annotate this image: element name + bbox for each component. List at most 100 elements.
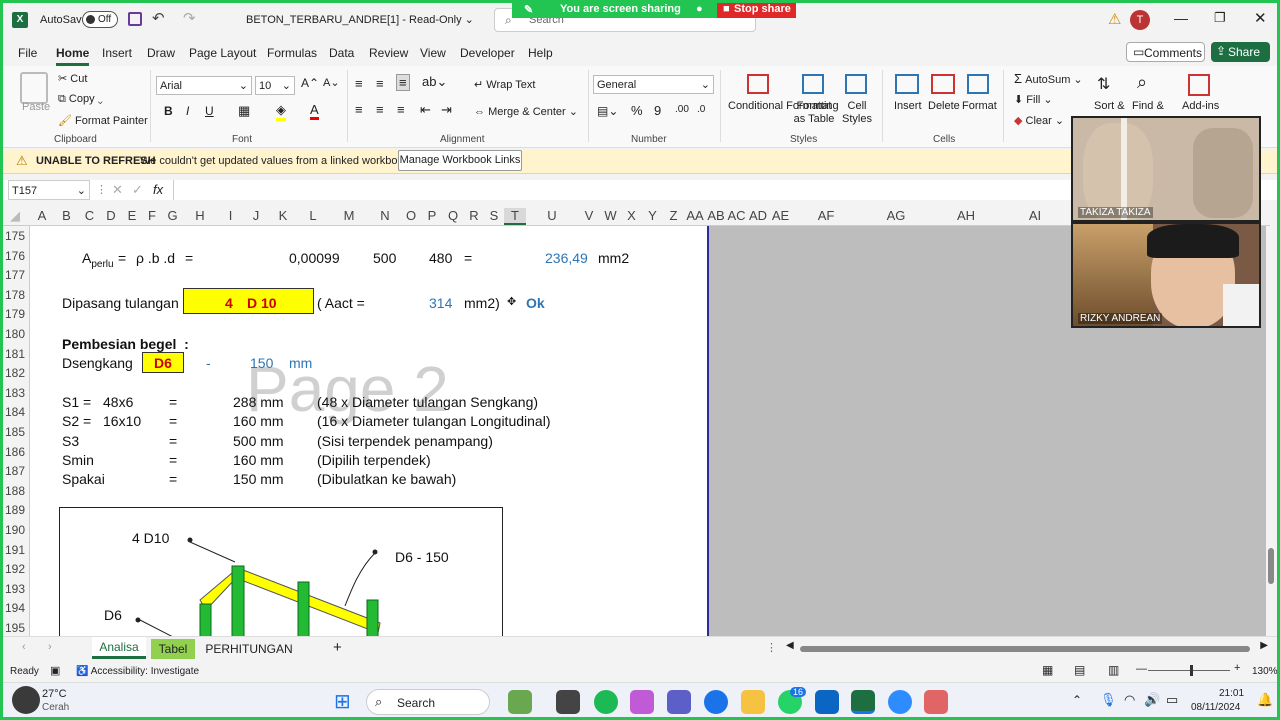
- autosum-button[interactable]: Σ AutoSum ⌄: [1014, 71, 1083, 86]
- borders-icon[interactable]: ▦: [238, 103, 250, 119]
- column-header[interactable]: V: [578, 208, 600, 223]
- prev-sheet-icon[interactable]: ‹: [22, 641, 26, 653]
- chevron-up-icon[interactable]: ⌃: [1072, 693, 1082, 707]
- column-header[interactable]: B: [54, 208, 79, 223]
- column-header[interactable]: AG: [860, 208, 932, 223]
- participant-video-1[interactable]: TAKIZA TAKIZA: [1071, 116, 1261, 222]
- column-header[interactable]: R: [464, 208, 484, 223]
- bold-button[interactable]: B: [164, 104, 173, 118]
- row-header[interactable]: 188: [0, 484, 30, 498]
- menu-home[interactable]: Home: [56, 46, 90, 66]
- teams-icon[interactable]: [667, 690, 691, 714]
- insert-cells-button[interactable]: Insert: [894, 100, 922, 112]
- underline-button[interactable]: U: [205, 104, 214, 118]
- align-bottom-icon[interactable]: ≡: [396, 74, 410, 91]
- column-header[interactable]: AH: [932, 208, 1000, 223]
- shrink-font-icon[interactable]: A⌄: [323, 76, 340, 89]
- column-header[interactable]: P: [422, 208, 442, 223]
- row-header[interactable]: 185: [0, 425, 30, 439]
- menu-help[interactable]: Help: [528, 46, 553, 60]
- comma-icon[interactable]: 9: [654, 103, 661, 118]
- cell-styles-button[interactable]: Cell Styles: [840, 100, 874, 126]
- column-header[interactable]: AF: [792, 208, 860, 223]
- cut-button[interactable]: ✂ Cut: [58, 72, 87, 85]
- add-sheet-button[interactable]: +: [333, 639, 342, 656]
- battery-icon[interactable]: ▭: [1166, 692, 1178, 708]
- share-button[interactable]: ⇪ Share: [1211, 42, 1270, 62]
- cancel-icon[interactable]: ✕: [112, 182, 123, 198]
- menu-data[interactable]: Data: [329, 46, 354, 60]
- manage-links-button[interactable]: Manage Workbook Links: [398, 150, 522, 171]
- minimize-icon[interactable]: —: [1174, 10, 1188, 26]
- row-header[interactable]: 184: [0, 405, 30, 419]
- column-header[interactable]: S: [484, 208, 504, 223]
- taskview-icon[interactable]: [556, 690, 580, 714]
- tab-tabel[interactable]: Tabel: [151, 639, 195, 659]
- menu-review[interactable]: Review: [369, 46, 408, 60]
- column-header[interactable]: AB: [706, 208, 726, 223]
- enter-icon[interactable]: ✓: [132, 182, 143, 198]
- column-header[interactable]: AI: [1000, 208, 1070, 223]
- explorer-icon[interactable]: [741, 690, 765, 714]
- zoom-icon[interactable]: [888, 690, 912, 714]
- widgets-icon[interactable]: [508, 690, 532, 714]
- weather-icon[interactable]: [12, 686, 40, 714]
- sort-filter-icon[interactable]: ⇅: [1097, 74, 1110, 94]
- column-header[interactable]: Q: [442, 208, 464, 223]
- row-header[interactable]: 195: [0, 621, 30, 635]
- row-header[interactable]: 191: [0, 543, 30, 557]
- menu-page-layout[interactable]: Page Layout: [189, 46, 256, 60]
- column-header[interactable]: AE: [769, 208, 792, 223]
- vertical-scrollbar[interactable]: [1266, 226, 1276, 636]
- column-header[interactable]: D: [100, 208, 122, 223]
- comments-button[interactable]: ▭ Comments: [1126, 42, 1205, 62]
- save-icon[interactable]: [128, 12, 142, 26]
- zoom-slider[interactable]: [1148, 665, 1230, 676]
- autosave-toggle[interactable]: Off: [82, 11, 118, 28]
- user-avatar[interactable]: T: [1130, 10, 1150, 30]
- copy-button[interactable]: ⧉ Copy ⌄: [58, 93, 103, 106]
- menu-view[interactable]: View: [420, 46, 446, 60]
- font-color-icon[interactable]: A: [310, 102, 319, 120]
- menu-insert[interactable]: Insert: [102, 46, 132, 60]
- increase-decimal-icon[interactable]: .00: [675, 104, 689, 115]
- column-header[interactable]: K: [268, 208, 298, 223]
- font-name-select[interactable]: Arial ⌄: [156, 76, 252, 95]
- column-header[interactable]: W: [600, 208, 621, 223]
- row-header[interactable]: 182: [0, 366, 30, 380]
- fill-color-icon[interactable]: ◈: [276, 102, 286, 121]
- row-header[interactable]: 190: [0, 523, 30, 537]
- decrease-decimal-icon[interactable]: .0: [697, 104, 705, 115]
- zoom-out-icon[interactable]: —: [1136, 663, 1147, 675]
- find-select-icon[interactable]: ⌕: [1137, 72, 1147, 93]
- align-middle-icon[interactable]: ≡: [376, 76, 384, 91]
- zoom-in-icon[interactable]: +: [1234, 662, 1240, 674]
- format-cells-button[interactable]: Format: [962, 100, 997, 112]
- column-header[interactable]: Z: [663, 208, 684, 223]
- clear-button[interactable]: ◆ Clear ⌄: [1014, 114, 1064, 127]
- tab-perhitungan[interactable]: PERHITUNGAN: [204, 639, 294, 659]
- horizontal-scrollbar[interactable]: ◀ ▶: [786, 640, 1268, 655]
- page-break-view-icon[interactable]: ▥: [1108, 663, 1119, 677]
- column-header[interactable]: H: [183, 208, 217, 223]
- column-header[interactable]: E: [122, 208, 142, 223]
- row-header[interactable]: 183: [0, 386, 30, 400]
- copilot-icon[interactable]: [630, 690, 654, 714]
- align-right-icon[interactable]: ≡: [397, 102, 405, 117]
- format-painter-button[interactable]: 🖌 Format Painter: [58, 114, 148, 127]
- menu-file[interactable]: File: [18, 46, 37, 60]
- sort-filter-button[interactable]: Sort &: [1094, 100, 1125, 112]
- participant-video-2[interactable]: RIZKY ANDREAN: [1071, 222, 1261, 328]
- microphone-icon[interactable]: 🎙: [1100, 692, 1117, 708]
- row-header[interactable]: 180: [0, 327, 30, 341]
- row-header[interactable]: 186: [0, 445, 30, 459]
- column-header[interactable]: L: [298, 208, 328, 223]
- next-sheet-icon[interactable]: ›: [48, 641, 52, 653]
- increase-indent-icon[interactable]: ⇥: [441, 102, 452, 118]
- notifications-icon[interactable]: 🔔: [1257, 692, 1273, 708]
- paste-icon[interactable]: [20, 72, 48, 104]
- row-header[interactable]: 176: [0, 249, 30, 263]
- menu-developer[interactable]: Developer: [460, 46, 515, 60]
- menu-draw[interactable]: Draw: [147, 46, 175, 60]
- tab-analisa[interactable]: Analisa: [92, 637, 146, 659]
